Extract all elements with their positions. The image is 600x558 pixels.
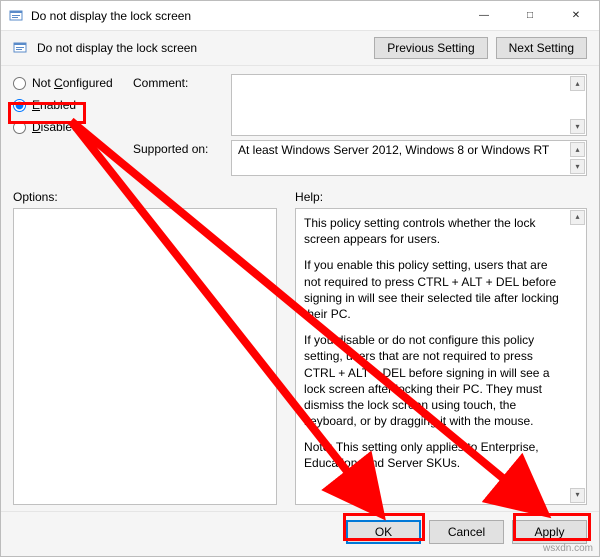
comment-label: Comment: (133, 74, 223, 90)
radio-not-configured-input[interactable] (13, 77, 26, 90)
options-label: Options: (13, 190, 277, 204)
state-radio-group: Not Configured Enabled Disabled (13, 74, 133, 134)
scroll-up-icon[interactable]: ▴ (570, 142, 585, 157)
help-label: Help: (295, 190, 587, 204)
scroll-up-icon[interactable]: ▴ (570, 76, 585, 91)
minimize-button[interactable]: — (461, 1, 507, 31)
policy-icon (13, 40, 29, 56)
ok-button[interactable]: OK (346, 520, 421, 544)
radio-enabled-label: Enabled (32, 98, 76, 112)
scroll-down-icon[interactable]: ▾ (570, 488, 585, 503)
scroll-down-icon[interactable]: ▾ (570, 159, 585, 174)
footer-panel: OK Cancel Apply (1, 511, 599, 556)
maximize-button[interactable]: □ (507, 1, 553, 31)
options-column: Options: (13, 190, 277, 505)
apply-button[interactable]: Apply (512, 520, 587, 544)
radio-disabled[interactable]: Disabled (13, 120, 133, 134)
header-panel: Do not display the lock screen Previous … (1, 31, 599, 66)
scroll-down-icon[interactable]: ▾ (570, 119, 585, 134)
supported-on-text: At least Windows Server 2012, Windows 8 … (238, 143, 549, 157)
help-column: Help: This policy setting controls wheth… (295, 190, 587, 505)
scroll-up-icon[interactable]: ▴ (570, 210, 585, 225)
radio-disabled-input[interactable] (13, 121, 26, 134)
radio-not-configured-label: Not Configured (32, 76, 113, 90)
supported-on-label: Supported on: (133, 140, 223, 156)
cancel-button[interactable]: Cancel (429, 520, 504, 544)
comment-textarea[interactable]: ▴ ▾ (231, 74, 587, 136)
radio-enabled-input[interactable] (13, 99, 26, 112)
radio-disabled-label: Disabled (32, 120, 79, 134)
app-icon (9, 8, 25, 24)
help-text-p2: If you enable this policy setting, users… (304, 257, 566, 322)
help-text-p4: Note: This setting only applies to Enter… (304, 439, 566, 471)
close-button[interactable]: ✕ (553, 1, 599, 31)
window-title: Do not display the lock screen (31, 9, 461, 23)
policy-editor-window: Do not display the lock screen — □ ✕ Do … (0, 0, 600, 557)
next-setting-button[interactable]: Next Setting (496, 37, 587, 59)
help-text-p1: This policy setting controls whether the… (304, 215, 566, 247)
titlebar: Do not display the lock screen — □ ✕ (1, 1, 599, 31)
main-panel: Options: Help: This policy setting contr… (1, 184, 599, 511)
help-panel: This policy setting controls whether the… (295, 208, 587, 505)
header-title: Do not display the lock screen (37, 41, 366, 55)
radio-not-configured[interactable]: Not Configured (13, 76, 133, 90)
config-panel: Not Configured Enabled Disabled Comment:… (1, 66, 599, 184)
previous-setting-button[interactable]: Previous Setting (374, 37, 487, 59)
supported-on-box: At least Windows Server 2012, Windows 8 … (231, 140, 587, 176)
options-panel (13, 208, 277, 505)
radio-enabled[interactable]: Enabled (13, 98, 133, 112)
help-text-p3: If you disable or do not configure this … (304, 332, 566, 429)
